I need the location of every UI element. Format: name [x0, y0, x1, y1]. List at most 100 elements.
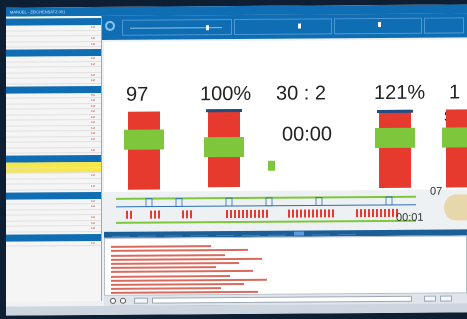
- gauge-3-green: [375, 127, 415, 149]
- clear-button[interactable]: [440, 295, 452, 302]
- sidebar: 1st 1st 1st 1st 1st 1st 1st Tfe 1st 1st 1st 1st 1st 1…: [6, 15, 102, 302]
- wave-block: [265, 197, 273, 207]
- slider-handle-2[interactable]: [298, 23, 301, 29]
- wave-pulse: [292, 209, 294, 218]
- wave-pulse: [130, 210, 132, 219]
- wave-pulse: [372, 209, 374, 218]
- wave-pulse: [258, 209, 260, 218]
- log-tab[interactable]: [312, 231, 330, 236]
- wave-pulse: [332, 209, 334, 218]
- log-output: [104, 235, 467, 307]
- metric-value-3: 30 : 2: [276, 82, 327, 105]
- wave-pulse: [380, 208, 382, 217]
- preview-image: [444, 194, 467, 221]
- gauge-panels: 97 100% 30 : 2 121% 1 se 00:00 07: [104, 39, 467, 198]
- wave-pulse: [392, 208, 394, 217]
- wave-pulse: [190, 210, 192, 219]
- gauge-2: [204, 108, 244, 188]
- wave-pulse: [368, 209, 370, 218]
- sidebar-row[interactable]: 1st: [6, 183, 101, 191]
- metric-value-2: 100%: [200, 82, 252, 106]
- wave-pulse: [328, 209, 330, 218]
- wave-pulse: [376, 209, 378, 218]
- wave-block: [315, 197, 323, 206]
- wave-pulse: [158, 210, 160, 219]
- sidebar-row[interactable]: 1st: [6, 77, 101, 85]
- log-tab[interactable]: [294, 231, 304, 236]
- wave-pulse: [226, 210, 228, 219]
- wave-pulse: [316, 209, 318, 218]
- wave-pulse: [360, 209, 362, 218]
- log-tab[interactable]: [112, 232, 130, 238]
- wave-pulse: [364, 209, 366, 218]
- wave-pulse: [150, 210, 152, 219]
- wave-pulse: [126, 210, 128, 219]
- gauge-4-green: [442, 127, 467, 148]
- counter-display: 07: [430, 185, 443, 198]
- status-bar: [6, 303, 467, 316]
- sidebar-row[interactable]: 1st: [6, 41, 101, 48]
- record-button[interactable]: [110, 297, 116, 304]
- wave-pulse: [182, 210, 184, 219]
- wave-pulse: [154, 210, 156, 219]
- gauge-2-marker: [206, 108, 242, 113]
- wave-pulse: [296, 209, 298, 218]
- wave-block: [385, 196, 393, 206]
- wave-pulse: [250, 209, 252, 218]
- send-button[interactable]: [424, 295, 436, 302]
- wave-pulse: [388, 208, 390, 217]
- log-tab[interactable]: [242, 232, 260, 237]
- wave-pulse: [254, 209, 256, 218]
- gear-icon[interactable]: [105, 20, 115, 31]
- slider-handle-3[interactable]: [378, 21, 381, 28]
- log-tab[interactable]: [338, 231, 356, 236]
- wave-pulse: [312, 209, 314, 218]
- slider-handle-1[interactable]: [206, 25, 209, 31]
- wave-pulse: [308, 209, 310, 218]
- gauge-3-marker: [377, 109, 413, 114]
- slider-panel-2: [234, 18, 332, 36]
- slider-panel-4: [424, 17, 464, 34]
- wave-bottom-line: [116, 219, 416, 224]
- app-window: MANUEL - ZEICHENSATZ 001 1st 1st 1st 1st 1st…: [6, 4, 467, 316]
- metric-value-1: 97: [126, 83, 149, 106]
- log-tab[interactable]: [138, 232, 156, 237]
- sidebar-row[interactable]: 1st: [6, 225, 101, 233]
- wave-pulse: [320, 209, 322, 218]
- wave-pulse: [234, 210, 236, 219]
- gauge-1-green: [124, 129, 164, 150]
- wave-pulse: [304, 209, 306, 218]
- gauge-1: [124, 111, 164, 190]
- wave-pulse: [262, 209, 264, 218]
- wave-block: [145, 198, 153, 208]
- log-tab[interactable]: [216, 232, 234, 237]
- sidebar-row[interactable]: 1st: [6, 240, 101, 247]
- wave-pulse: [266, 209, 268, 218]
- level-indicator: [268, 160, 275, 171]
- command-input[interactable]: [152, 295, 412, 304]
- log-tab[interactable]: [268, 231, 286, 236]
- gauge-3: [375, 109, 415, 189]
- wave-pulse: [288, 209, 290, 218]
- timer-display: 00:00: [282, 123, 333, 146]
- gauge-4: [442, 109, 467, 188]
- metric-value-4: 121%: [374, 81, 426, 105]
- wave-pulse: [356, 209, 358, 218]
- log-tab[interactable]: [190, 232, 208, 237]
- stop-button[interactable]: [120, 297, 126, 304]
- wave-pulse: [384, 208, 386, 217]
- wave-block: [175, 197, 183, 207]
- waveform: [116, 195, 416, 224]
- log-tab[interactable]: [164, 232, 182, 237]
- wave-pulse: [246, 209, 248, 218]
- toolbar: [102, 13, 467, 40]
- wave-pulse: [324, 209, 326, 218]
- small-timer: 00:01: [396, 211, 424, 224]
- wave-pulses: [126, 196, 398, 219]
- wave-pulse: [230, 210, 232, 219]
- gauge-2-green: [204, 136, 244, 158]
- sidebar-row[interactable]: 1st: [6, 147, 101, 154]
- mode-button[interactable]: [134, 297, 148, 304]
- wave-pulse: [186, 210, 188, 219]
- wave-pulse: [238, 209, 240, 218]
